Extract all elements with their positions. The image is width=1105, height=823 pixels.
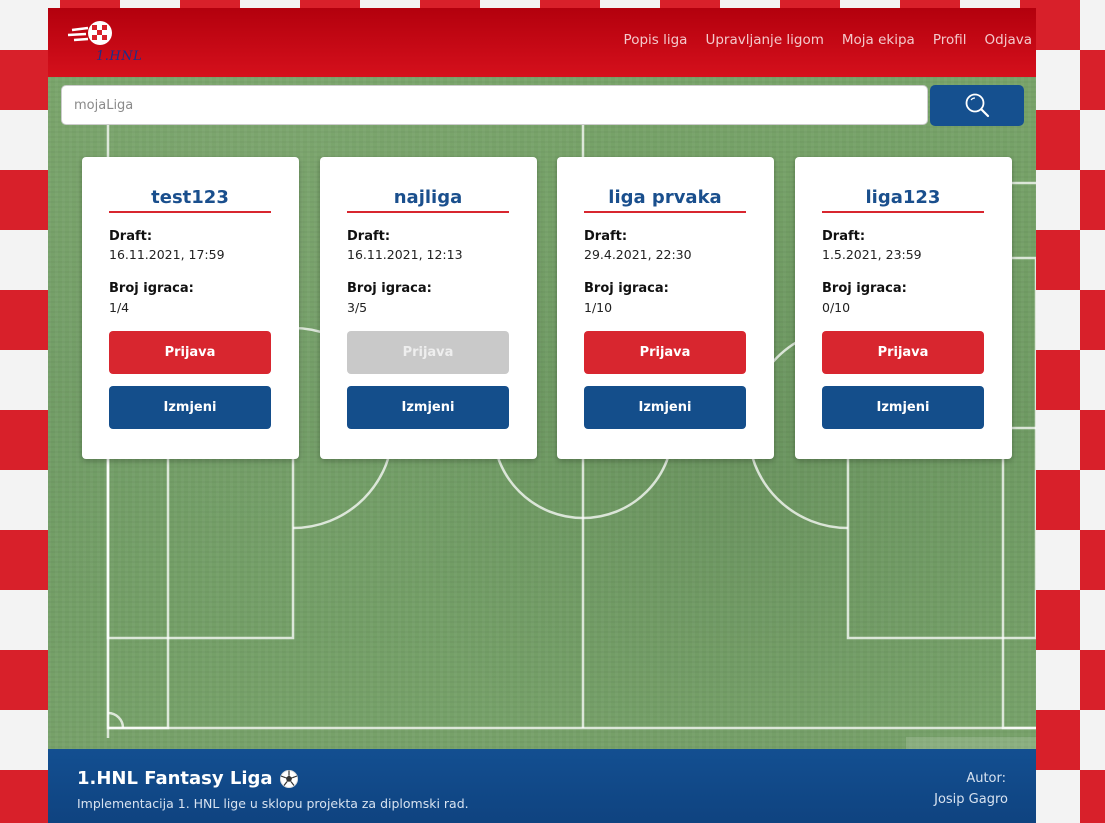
football-icon: [279, 769, 298, 788]
league-name: test123: [109, 187, 271, 213]
league-name: liga123: [822, 187, 984, 213]
author-name: Josip Gagro: [934, 792, 1008, 807]
players-count: 3/5: [347, 300, 368, 315]
edit-button[interactable]: Izmjeni: [109, 386, 271, 429]
join-button-disabled: Prijava: [347, 331, 509, 374]
players-label: Broj igraca:: [109, 281, 194, 296]
draft-date: 1.5.2021, 23:59: [822, 247, 922, 262]
nav-link-profil[interactable]: Profil: [933, 32, 967, 48]
league-name: najliga: [347, 187, 509, 213]
edit-button[interactable]: Izmjeni: [347, 386, 509, 429]
nav-link-popis-liga[interactable]: Popis liga: [624, 32, 688, 48]
players-count: 1/4: [109, 300, 130, 315]
league-card: najliga Draft: 16.11.2021, 12:13 Broj ig…: [320, 157, 537, 459]
league-card: test123 Draft: 16.11.2021, 17:59 Broj ig…: [82, 157, 299, 459]
draft-date: 29.4.2021, 22:30: [584, 247, 692, 262]
players-label: Broj igraca:: [347, 281, 432, 296]
draft-label: Draft:: [822, 229, 866, 244]
search-bar: [61, 85, 1024, 126]
top-navbar: 1.HNL Popis liga Upravljanje ligom Moja …: [48, 8, 1036, 77]
page-container: 1.HNL Popis liga Upravljanje ligom Moja …: [48, 8, 1036, 823]
players-label: Broj igraca:: [822, 281, 907, 296]
draft-label: Draft:: [584, 229, 628, 244]
footer-subtitle: Implementacija 1. HNL lige u sklopu proj…: [77, 796, 469, 811]
search-input[interactable]: [61, 85, 928, 125]
edit-button[interactable]: Izmjeni: [584, 386, 746, 429]
footer-title: 1.HNL Fantasy Liga: [77, 768, 273, 789]
magnifier-icon: [965, 93, 990, 117]
edit-button[interactable]: Izmjeni: [822, 386, 984, 429]
author-label: Autor:: [966, 771, 1006, 786]
draft-date: 16.11.2021, 17:59: [109, 247, 225, 262]
join-button[interactable]: Prijava: [822, 331, 984, 374]
nav-link-odjava[interactable]: Odjava: [985, 32, 1032, 48]
nav-link-upravljanje-ligom[interactable]: Upravljanje ligom: [705, 32, 823, 48]
wallpaper-watermark: [906, 737, 1036, 749]
draft-date: 16.11.2021, 12:13: [347, 247, 463, 262]
hnl-logo[interactable]: 1.HNL: [66, 16, 142, 68]
search-button[interactable]: [930, 85, 1024, 126]
logo-text: 1.HNL: [96, 49, 143, 64]
draft-label: Draft:: [109, 229, 153, 244]
nav-links: Popis liga Upravljanje ligom Moja ekipa …: [624, 32, 1032, 48]
join-button[interactable]: Prijava: [584, 331, 746, 374]
players-count: 1/10: [584, 300, 613, 315]
footer-title-row: 1.HNL Fantasy Liga: [77, 768, 299, 789]
draft-label: Draft:: [347, 229, 391, 244]
league-card: liga123 Draft: 1.5.2021, 23:59 Broj igra…: [795, 157, 1012, 459]
league-card: liga prvaka Draft: 29.4.2021, 22:30 Broj…: [557, 157, 774, 459]
join-button[interactable]: Prijava: [109, 331, 271, 374]
nav-link-moja-ekipa[interactable]: Moja ekipa: [842, 32, 915, 48]
footer: 1.HNL Fantasy Liga Implementacija 1. HNL…: [48, 749, 1036, 823]
players-count: 0/10: [822, 300, 851, 315]
league-name: liga prvaka: [584, 187, 746, 213]
players-label: Broj igraca:: [584, 281, 669, 296]
